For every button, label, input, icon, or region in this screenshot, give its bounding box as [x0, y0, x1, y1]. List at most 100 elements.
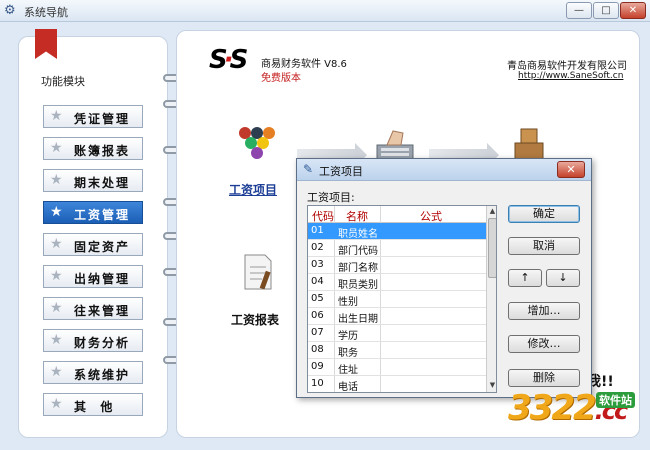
- sidebar-item-label: 账簿报表: [74, 144, 131, 158]
- row-code: 02: [311, 242, 324, 253]
- pencil-icon: ✎: [303, 162, 314, 176]
- sidebar-item-label: 系统维护: [74, 368, 131, 382]
- edit-button[interactable]: 修改…: [508, 335, 580, 353]
- table-row[interactable]: 04 职员类别: [308, 274, 486, 291]
- sidebar-item-label: 期末处理: [74, 176, 131, 190]
- table-row[interactable]: 09 住址: [308, 359, 486, 376]
- star-icon: ★: [50, 396, 63, 412]
- add-button[interactable]: 增加…: [508, 302, 580, 320]
- star-icon: ★: [50, 268, 63, 284]
- row-name: 学历: [338, 331, 358, 342]
- star-icon: ★: [50, 204, 63, 220]
- ok-button[interactable]: 确定: [508, 205, 580, 223]
- star-icon: ★: [50, 172, 63, 188]
- sidebar-item-voucher[interactable]: ★ 凭证管理: [43, 105, 143, 128]
- sidebar-item-label: 出纳管理: [74, 272, 131, 286]
- sidebar-item-other[interactable]: ★ 其 他: [43, 393, 143, 416]
- column-header-formula[interactable]: 公式: [420, 208, 442, 224]
- sidebar-item-payroll[interactable]: ★ 工资管理: [43, 201, 143, 224]
- watermark-site-badge: 软件站: [596, 392, 635, 408]
- row-code: 05: [311, 293, 324, 304]
- sidebar-item-label: 工资管理: [74, 208, 131, 222]
- row-code: 10: [311, 378, 324, 389]
- table-row[interactable]: 07 学历: [308, 325, 486, 342]
- star-icon: ★: [50, 300, 63, 316]
- sidebar-item-label: 固定资产: [74, 240, 131, 254]
- table-row[interactable]: 10 电话: [308, 376, 486, 393]
- dialog-subtitle: 工资项目:: [307, 191, 355, 204]
- sidebar-item-accounts[interactable]: ★ 往来管理: [43, 297, 143, 320]
- row-code: 01: [311, 225, 324, 236]
- scroll-up-icon[interactable]: ▲: [488, 207, 496, 217]
- dialog-title: 工资项目: [319, 165, 363, 178]
- edition-label: 免费版本: [261, 73, 301, 84]
- sidebar-item-label: 往来管理: [74, 304, 131, 318]
- row-name: 职员姓名: [338, 229, 378, 240]
- row-name: 部门代码: [338, 246, 378, 257]
- sidebar-item-cashier[interactable]: ★ 出纳管理: [43, 265, 143, 288]
- sidebar-item-ledger[interactable]: ★ 账簿报表: [43, 137, 143, 160]
- row-code: 04: [311, 276, 324, 287]
- scroll-thumb[interactable]: [488, 218, 496, 278]
- star-icon: ★: [50, 140, 63, 156]
- table-row[interactable]: 03 部门名称: [308, 257, 486, 274]
- minimize-button[interactable]: —: [566, 2, 592, 19]
- row-code: 03: [311, 259, 324, 270]
- module-label: 功能模块: [41, 75, 85, 88]
- window-title: 系统导航: [24, 6, 68, 19]
- table-row[interactable]: 01 职员姓名: [308, 223, 486, 240]
- table-scrollbar[interactable]: ▲ ▼: [486, 206, 496, 392]
- row-name: 电话: [338, 382, 358, 393]
- dialog-close-button[interactable]: ✕: [557, 161, 585, 178]
- column-header-code[interactable]: 代码: [312, 208, 334, 224]
- table-row[interactable]: 05 性别: [308, 291, 486, 308]
- move-down-button[interactable]: ↓: [546, 269, 580, 287]
- payroll-items-table[interactable]: 代码 名称 公式 01 职员姓名 02 部门代码 03 部门名称 04 职员类别…: [307, 205, 497, 393]
- payroll-items-dialog: ✎ 工资项目 ✕ 工资项目: 代码 名称 公式 01 职员姓名 02 部门代码 …: [296, 158, 592, 398]
- payroll-report-label[interactable]: 工资报表: [231, 311, 279, 328]
- row-code: 07: [311, 327, 324, 338]
- star-icon: ★: [50, 108, 63, 124]
- sidebar-item-label: 凭证管理: [74, 112, 131, 126]
- delete-button[interactable]: 删除: [508, 369, 580, 387]
- cancel-button[interactable]: 取消: [508, 237, 580, 255]
- row-code: 09: [311, 361, 324, 372]
- star-icon: ★: [50, 364, 63, 380]
- column-header-name[interactable]: 名称: [346, 208, 368, 224]
- close-button[interactable]: ✕: [620, 2, 646, 19]
- row-name: 出生日期: [338, 314, 378, 325]
- sidebar-item-label: 其 他: [74, 400, 115, 414]
- company-url-link[interactable]: http://www.SaneSoft.cn: [518, 71, 623, 81]
- brand-logo: S·S: [209, 45, 248, 75]
- billiards-icon[interactable]: [233, 123, 277, 167]
- maximize-button[interactable]: □: [593, 2, 619, 19]
- row-name: 部门名称: [338, 263, 378, 274]
- row-name: 职员类别: [338, 280, 378, 291]
- row-name: 职务: [338, 348, 358, 359]
- table-row[interactable]: 06 出生日期: [308, 308, 486, 325]
- row-name: 住址: [338, 365, 358, 376]
- module-panel: 功能模块 ★ 凭证管理 ★ 账簿报表 ★ 期末处理 ★ 工资管理 ★ 固定资产 …: [18, 29, 168, 438]
- bookmark-ribbon-icon: [35, 29, 57, 59]
- table-row[interactable]: 08 职务: [308, 342, 486, 359]
- dialog-titlebar: ✎ 工资项目 ✕: [297, 159, 591, 181]
- payroll-items-link[interactable]: 工资项目: [229, 181, 277, 198]
- window-titlebar: ⚙ 系统导航 — □ ✕: [0, 0, 650, 22]
- company-name: 青岛商易软件开发有限公司: [507, 61, 627, 72]
- watermark-digits: 3322: [508, 388, 597, 428]
- product-name: 商易财务软件 V8.6: [261, 59, 347, 70]
- row-code: 06: [311, 310, 324, 321]
- row-name: 性别: [338, 297, 358, 308]
- sidebar-item-label: 财务分析: [74, 336, 131, 350]
- move-up-button[interactable]: ↑: [508, 269, 542, 287]
- sidebar-item-analysis[interactable]: ★ 财务分析: [43, 329, 143, 352]
- scroll-down-icon[interactable]: ▼: [488, 381, 496, 391]
- report-icon[interactable]: [235, 249, 279, 293]
- sidebar-item-fixed-assets[interactable]: ★ 固定资产: [43, 233, 143, 256]
- star-icon: ★: [50, 236, 63, 252]
- star-icon: ★: [50, 332, 63, 348]
- row-code: 08: [311, 344, 324, 355]
- sidebar-item-period-end[interactable]: ★ 期末处理: [43, 169, 143, 192]
- sidebar-item-maintenance[interactable]: ★ 系统维护: [43, 361, 143, 384]
- table-row[interactable]: 02 部门代码: [308, 240, 486, 257]
